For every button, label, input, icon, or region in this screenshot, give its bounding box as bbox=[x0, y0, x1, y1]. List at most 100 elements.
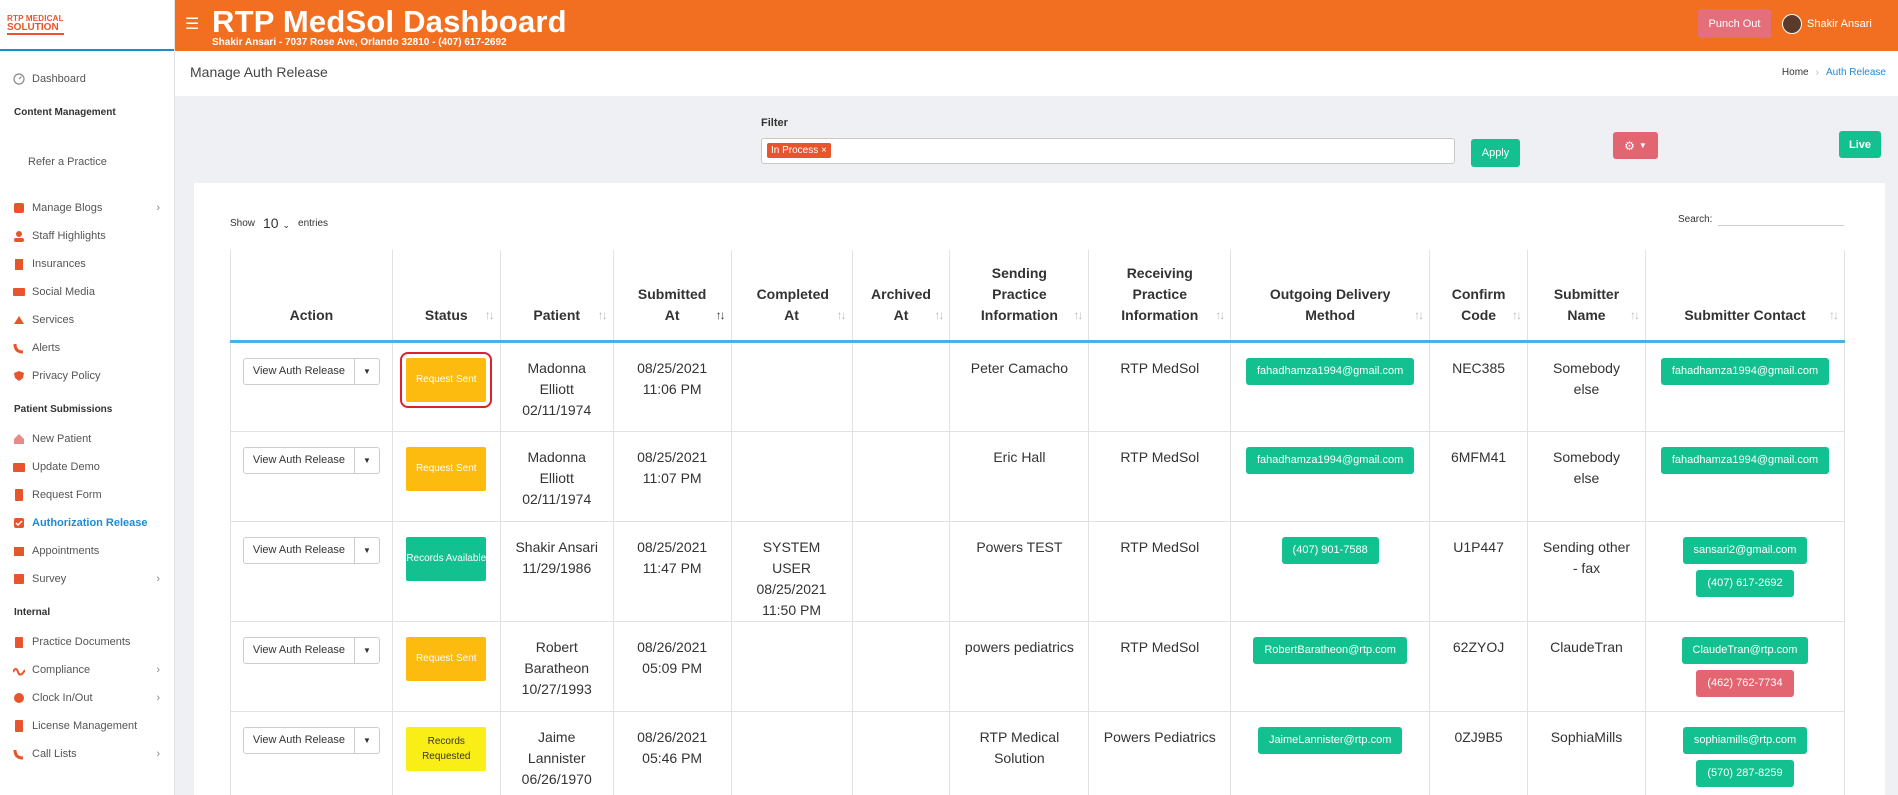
view-auth-release-button[interactable]: View Auth Release ▼ bbox=[242, 446, 380, 474]
sidebar-item-update-demo[interactable]: Update Demo bbox=[0, 453, 174, 481]
delivery-button[interactable]: fahadhamza1994@gmail.com bbox=[1246, 357, 1415, 385]
column-header-submitter[interactable]: Submitter Name ↑↓ bbox=[1527, 250, 1646, 343]
punch-out-button[interactable]: Punch Out bbox=[1698, 9, 1771, 38]
live-button[interactable]: Live bbox=[1839, 131, 1881, 158]
status-badge[interactable]: Records Available bbox=[406, 536, 487, 581]
column-label: Archived At bbox=[871, 285, 931, 323]
settings-dropdown-button[interactable]: ⚙ ▼ bbox=[1613, 132, 1658, 159]
sidebar-item-clock[interactable]: Clock In/Out › bbox=[0, 684, 174, 712]
column-header-status[interactable]: Status ↑↓ bbox=[392, 250, 501, 343]
menu-icon[interactable]: ☰ bbox=[185, 14, 199, 34]
id-card-icon bbox=[12, 460, 26, 474]
sidebar-item-authorization-release[interactable]: Authorization Release bbox=[0, 509, 174, 537]
delivery-button[interactable]: RobertBaratheon@rtp.com bbox=[1253, 636, 1407, 664]
sidebar-item-manage-blogs[interactable]: Manage Blogs › bbox=[0, 194, 174, 222]
caret-down-icon[interactable]: ▼ bbox=[355, 728, 379, 753]
delivery-button[interactable]: fahadhamza1994@gmail.com bbox=[1246, 446, 1415, 474]
patient-name: Madonna Elliott bbox=[527, 448, 586, 486]
button-label: View Auth Release bbox=[244, 727, 355, 753]
delivery-button[interactable]: (407) 901-7588 bbox=[1281, 536, 1379, 564]
contact-email-button[interactable]: sansari2@gmail.com bbox=[1682, 536, 1808, 564]
contact-phone-button[interactable]: (407) 617-2692 bbox=[1696, 569, 1794, 597]
sidebar-item-practice-documents[interactable]: Practice Documents bbox=[0, 628, 174, 656]
table-row: View Auth Release ▼ Request Sent Madonna … bbox=[230, 341, 1846, 432]
delivery-button[interactable]: JaimeLannister@rtp.com bbox=[1257, 726, 1403, 754]
breadcrumb-home[interactable]: Home bbox=[1782, 67, 1809, 78]
status-badge[interactable]: Records Requested bbox=[406, 726, 487, 771]
search-control: Search: bbox=[1678, 212, 1845, 226]
sidebar-item-new-patient[interactable]: New Patient bbox=[0, 425, 174, 453]
sidebar-item-social-media[interactable]: Social Media bbox=[0, 278, 174, 306]
entries-select[interactable]: 10 ⌄ bbox=[263, 215, 290, 231]
sort-asc-icon: ↑↓ bbox=[715, 307, 726, 322]
column-header-patient[interactable]: Patient ↑↓ bbox=[500, 250, 614, 343]
submitted-cell: 08/25/2021 11:06 PM bbox=[613, 341, 732, 432]
sort-icon: ↑↓ bbox=[1215, 307, 1225, 322]
sort-icon: ↑↓ bbox=[1829, 307, 1839, 322]
contact-phone-button[interactable]: (462) 762-7734 bbox=[1696, 669, 1794, 697]
filter-input[interactable]: In Process × bbox=[761, 138, 1455, 164]
sidebar-item-label: Clock In/Out bbox=[32, 692, 93, 704]
column-header-contact[interactable]: Submitter Contact ↑↓ bbox=[1645, 250, 1846, 343]
view-auth-release-button[interactable]: View Auth Release ▼ bbox=[242, 636, 380, 664]
caret-down-icon[interactable]: ▼ bbox=[355, 638, 379, 663]
sidebar-item-request-form[interactable]: Request Form bbox=[0, 481, 174, 509]
logo-area: RTP MEDICAL SOLUTION bbox=[0, 0, 174, 51]
services-icon bbox=[12, 313, 26, 327]
sidebar-item-services[interactable]: Services bbox=[0, 306, 174, 334]
completed-text: SYSTEM USER 08/25/2021 11:50 PM bbox=[756, 538, 827, 618]
contact-phone-button[interactable]: (570) 287-8259 bbox=[1696, 759, 1794, 787]
column-header-action: Action bbox=[230, 250, 393, 343]
submitted-cell: 08/26/2021 05:46 PM bbox=[613, 711, 732, 795]
column-header-receiving[interactable]: Receiving Practice Information ↑↓ bbox=[1088, 250, 1232, 343]
contact-button[interactable]: fahadhamza1994@gmail.com bbox=[1660, 446, 1830, 474]
status-badge[interactable]: Request Sent bbox=[400, 351, 493, 408]
column-header-completed[interactable]: Completed At ↑↓ bbox=[731, 250, 853, 343]
status-badge[interactable]: Request Sent bbox=[406, 446, 487, 491]
submitter-name: Sending other - fax bbox=[1542, 538, 1631, 576]
column-header-delivery[interactable]: Outgoing Delivery Method ↑↓ bbox=[1230, 250, 1431, 343]
receiving-cell: RTP MedSol bbox=[1088, 621, 1232, 712]
sidebar-item-staff-highlights[interactable]: Staff Highlights bbox=[0, 222, 174, 250]
user-menu[interactable]: Shakir Ansari bbox=[1782, 14, 1872, 34]
entries-label: entries bbox=[298, 217, 329, 229]
column-label: Sending Practice Information bbox=[980, 264, 1058, 323]
patient-cell: Jaime Lannister 06/26/1970 bbox=[500, 711, 614, 795]
sidebar-item-license-management[interactable]: License Management bbox=[0, 712, 174, 740]
column-header-sending[interactable]: Sending Practice Information ↑↓ bbox=[949, 250, 1090, 343]
contact-email-button[interactable]: ClaudeTran@rtp.com bbox=[1681, 636, 1809, 664]
sidebar-item-alerts[interactable]: Alerts bbox=[0, 334, 174, 362]
filter-chip-in-process[interactable]: In Process × bbox=[767, 143, 831, 158]
column-header-code[interactable]: Confirm Code ↑↓ bbox=[1429, 250, 1529, 343]
sidebar-item-compliance[interactable]: Compliance › bbox=[0, 656, 174, 684]
apply-button[interactable]: Apply bbox=[1471, 139, 1520, 167]
page-title: Manage Auth Release bbox=[190, 64, 328, 80]
table-row: View Auth Release ▼ Request Sent Madonna … bbox=[230, 431, 1846, 522]
sidebar-item-survey[interactable]: Survey › bbox=[0, 565, 174, 593]
caret-down-icon[interactable]: ▼ bbox=[355, 448, 379, 473]
sidebar-item-appointments[interactable]: Appointments bbox=[0, 537, 174, 565]
sidebar-item-privacy-policy[interactable]: Privacy Policy bbox=[0, 362, 174, 390]
page-header: Manage Auth Release Home › Auth Release bbox=[175, 51, 1898, 96]
view-auth-release-button[interactable]: View Auth Release ▼ bbox=[242, 357, 380, 385]
status-badge[interactable]: Request Sent bbox=[406, 636, 487, 681]
caret-down-icon[interactable]: ▼ bbox=[355, 359, 379, 384]
sidebar-item-insurances[interactable]: Insurances bbox=[0, 250, 174, 278]
sidebar-item-refer[interactable]: Refer a Practice bbox=[0, 148, 174, 176]
logo[interactable]: RTP MEDICAL SOLUTION bbox=[7, 14, 64, 35]
view-auth-release-button[interactable]: View Auth Release ▼ bbox=[242, 536, 380, 564]
contact-email-button[interactable]: sophiamills@rtp.com bbox=[1682, 726, 1808, 754]
gauge-icon bbox=[12, 72, 26, 86]
entries-value: 10 bbox=[263, 215, 279, 231]
search-input[interactable] bbox=[1718, 212, 1845, 226]
table-row: View Auth Release ▼ Records Available Sha… bbox=[230, 521, 1846, 622]
view-auth-release-button[interactable]: View Auth Release ▼ bbox=[242, 726, 380, 754]
status-cell: Request Sent bbox=[392, 431, 501, 522]
contact-button[interactable]: fahadhamza1994@gmail.com bbox=[1660, 357, 1830, 385]
caret-down-icon[interactable]: ▼ bbox=[355, 538, 379, 563]
column-header-submitted[interactable]: Submitted At ↑↓ bbox=[613, 250, 732, 343]
column-header-archived[interactable]: Archived At ↑↓ bbox=[852, 250, 951, 343]
breadcrumb-current[interactable]: Auth Release bbox=[1826, 67, 1886, 78]
sidebar-item-call-lists[interactable]: Call Lists › bbox=[0, 740, 174, 768]
sidebar-item-dashboard[interactable]: Dashboard bbox=[0, 65, 174, 93]
